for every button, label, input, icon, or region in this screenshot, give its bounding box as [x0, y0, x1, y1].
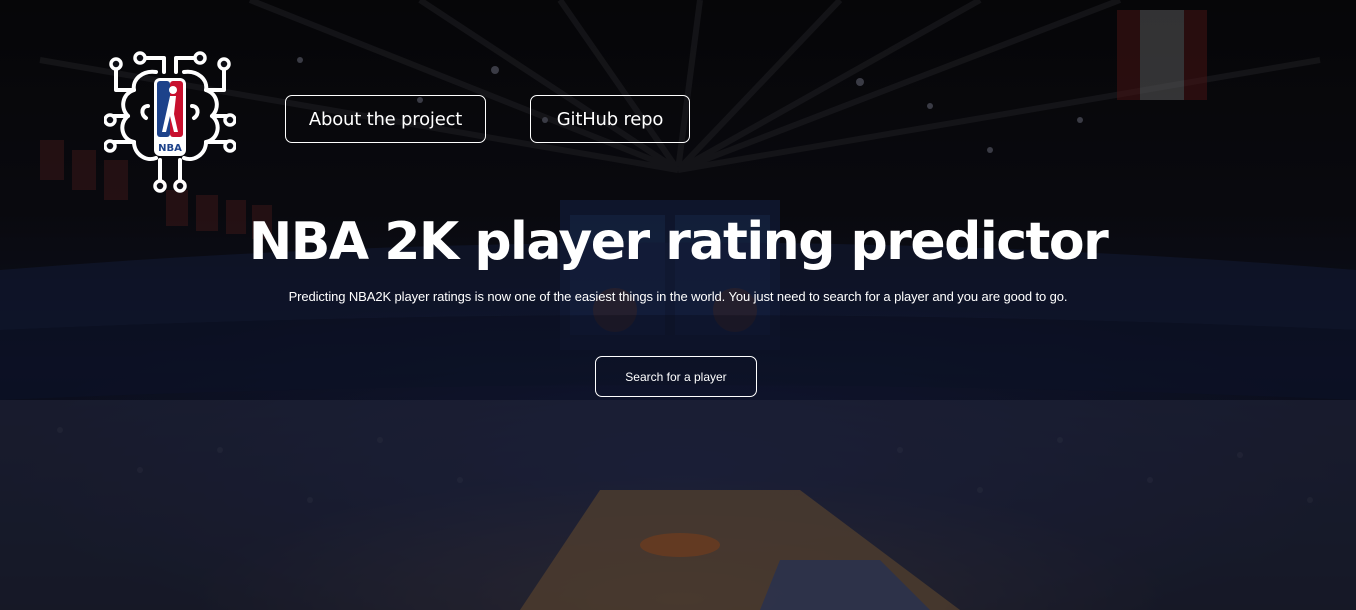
- github-repo-button[interactable]: GitHub repo: [530, 95, 690, 143]
- search-player-button[interactable]: Search for a player: [595, 356, 757, 397]
- nba-circuit-brain-logo[interactable]: NBA: [103, 42, 237, 194]
- logo-badge-text: NBA: [158, 143, 182, 154]
- logo-graphic: NBA: [103, 51, 237, 193]
- hero-subtitle: Predicting NBA2K player ratings is now o…: [288, 289, 1068, 304]
- hero-section: NBA About the project GitHub repo NBA 2K…: [0, 0, 1356, 610]
- about-project-button[interactable]: About the project: [285, 95, 486, 143]
- page-title: NBA 2K player rating predictor: [248, 212, 1109, 272]
